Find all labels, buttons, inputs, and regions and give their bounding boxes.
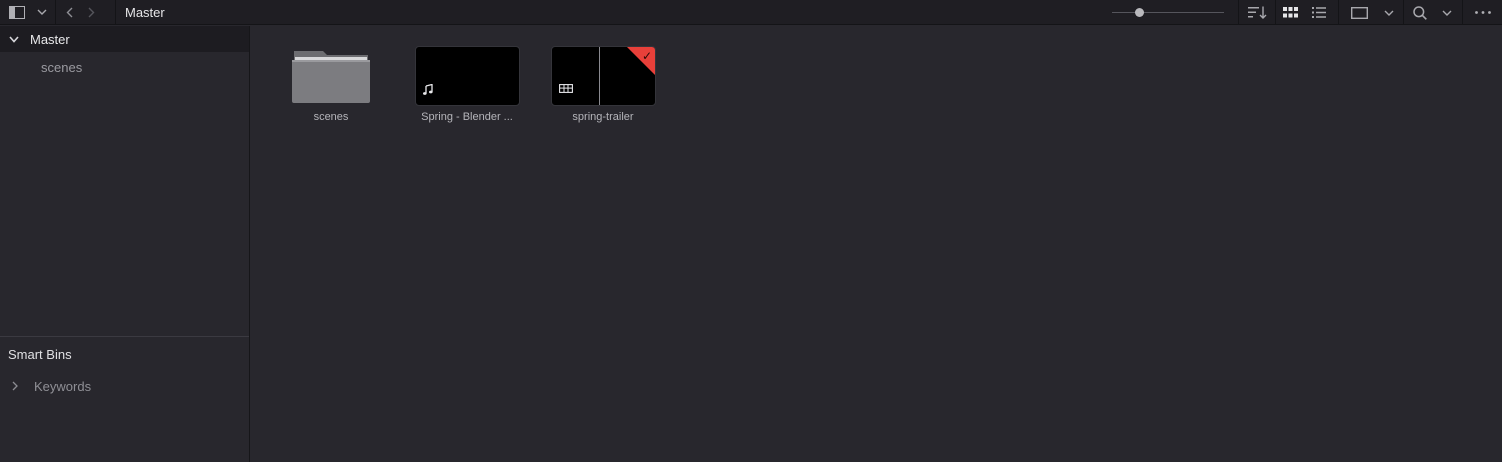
viewer-mode-dropdown[interactable] bbox=[1379, 0, 1399, 25]
sort-icon bbox=[1247, 6, 1266, 19]
clip-thumbnail bbox=[415, 46, 520, 106]
forward-button[interactable] bbox=[82, 0, 100, 25]
more-icon bbox=[1474, 11, 1491, 14]
chevron-down-icon[interactable] bbox=[0, 35, 28, 43]
bin-list-sidebar: Master scenes Smart Bins Keywords bbox=[0, 26, 250, 462]
sidebar-toggle-button[interactable] bbox=[0, 0, 33, 25]
back-button[interactable] bbox=[56, 0, 82, 25]
viewer-icon bbox=[1350, 6, 1368, 19]
grid-view-button[interactable] bbox=[1276, 0, 1305, 25]
search-icon bbox=[1413, 5, 1427, 20]
sidebar-options-button[interactable] bbox=[33, 0, 50, 25]
clip-name: Spring - Blender ... bbox=[421, 111, 513, 123]
slider-knob[interactable] bbox=[1135, 8, 1144, 17]
playhead-line bbox=[599, 47, 600, 105]
forward-icon bbox=[88, 7, 94, 17]
clip-grid: scenes Spring - Blender ... ✓ spring-tra… bbox=[251, 26, 1502, 462]
sidebar-toggle-icon bbox=[8, 5, 25, 19]
search-options-dropdown[interactable] bbox=[1436, 0, 1458, 25]
more-options-button[interactable] bbox=[1463, 0, 1502, 25]
chevron-down-icon bbox=[1384, 10, 1394, 16]
viewer-mode-button[interactable] bbox=[1339, 0, 1379, 25]
timeline-icon bbox=[559, 81, 573, 99]
bin-master[interactable]: Master bbox=[0, 26, 249, 52]
sort-button[interactable] bbox=[1239, 0, 1275, 25]
smart-bin-keywords[interactable]: Keywords bbox=[0, 376, 91, 396]
clip-item-audio[interactable]: Spring - Blender ... bbox=[407, 46, 527, 128]
back-icon bbox=[66, 7, 72, 17]
media-pool: Master Master scenes Smart Bins Keywords… bbox=[0, 0, 1502, 462]
chevron-right-icon[interactable] bbox=[0, 381, 30, 391]
bin-scenes[interactable]: scenes bbox=[41, 60, 82, 75]
clip-name: spring-trailer bbox=[572, 111, 634, 123]
thumbnail-zoom-slider[interactable] bbox=[1112, 0, 1224, 25]
audio-note-icon bbox=[423, 82, 433, 100]
toolbar-right-group bbox=[1112, 0, 1502, 25]
chevron-down-icon bbox=[37, 9, 46, 15]
list-view-icon bbox=[1312, 7, 1326, 18]
slider-track bbox=[1112, 12, 1224, 13]
smart-bins-heading: Smart Bins bbox=[8, 347, 72, 362]
clip-thumbnail: ✓ bbox=[551, 46, 656, 106]
folder-item-scenes[interactable]: scenes bbox=[271, 46, 391, 128]
list-view-button[interactable] bbox=[1305, 0, 1333, 25]
clip-item-timeline[interactable]: ✓ spring-trailer bbox=[543, 46, 663, 128]
clip-name: scenes bbox=[313, 111, 349, 123]
smart-bin-keywords-label: Keywords bbox=[34, 378, 92, 394]
chevron-down-icon bbox=[1442, 10, 1452, 16]
sidebar-divider bbox=[0, 336, 249, 337]
breadcrumb: Master bbox=[125, 4, 165, 20]
checkmark-icon: ✓ bbox=[641, 49, 652, 63]
grid-view-icon bbox=[1283, 7, 1298, 18]
folder-icon bbox=[291, 48, 371, 104]
sidebar-toggle-group bbox=[0, 0, 50, 25]
bin-master-label: Master bbox=[30, 31, 70, 47]
media-pool-toolbar: Master bbox=[0, 0, 1502, 25]
search-button[interactable] bbox=[1404, 0, 1436, 25]
